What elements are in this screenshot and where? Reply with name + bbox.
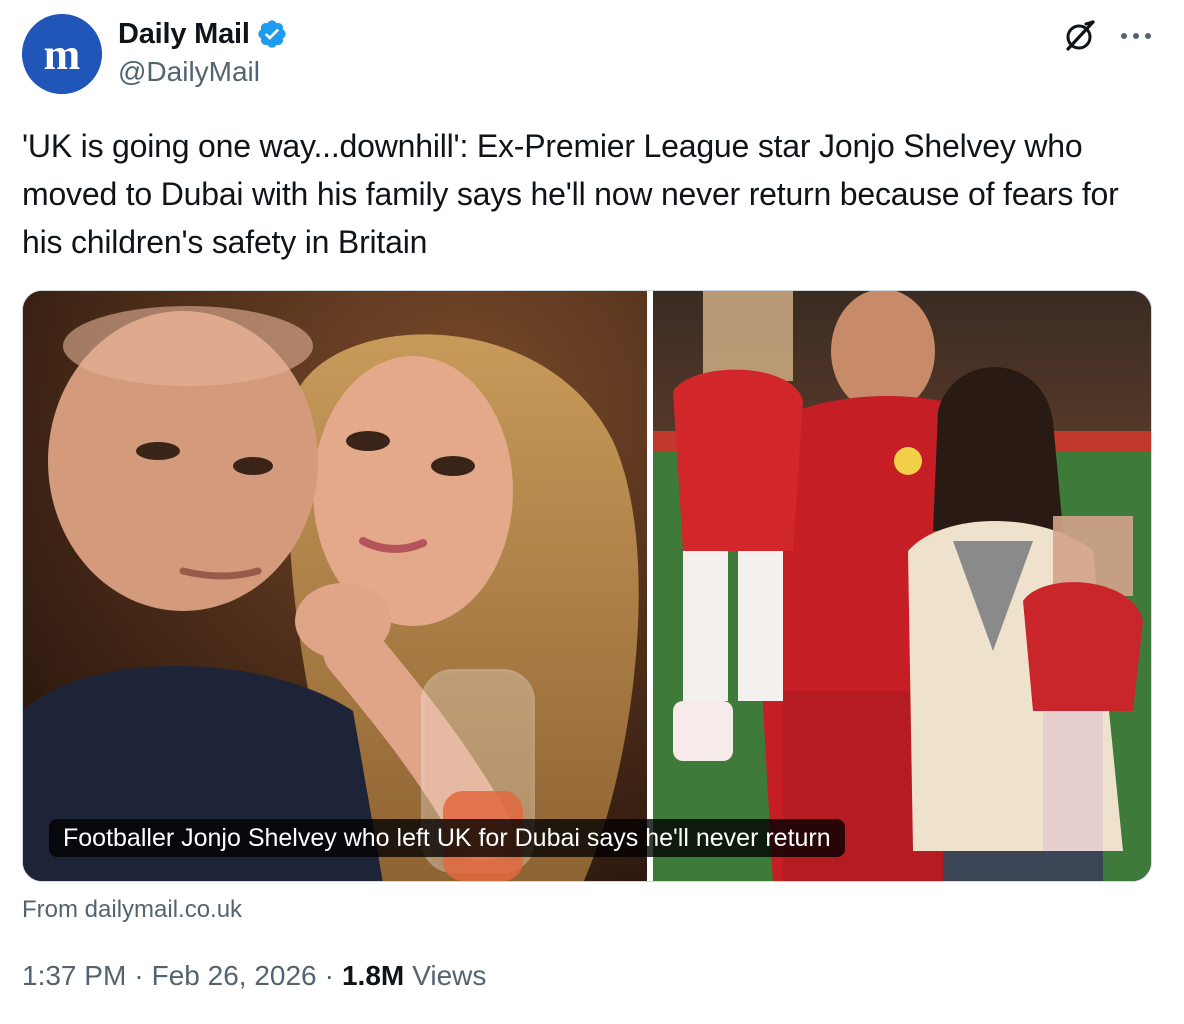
- more-icon: [1121, 33, 1151, 39]
- link-source[interactable]: From dailymail.co.uk: [22, 896, 242, 924]
- author-name-row: Daily Mail: [118, 16, 288, 52]
- tweet-time[interactable]: 1:37 PM: [22, 960, 126, 992]
- media-card[interactable]: Footballer Jonjo Shelvey who left UK for…: [22, 290, 1152, 882]
- meta-separator: ·: [134, 960, 144, 991]
- svg-text:m: m: [44, 30, 81, 79]
- family-on-pitch-illustration: [653, 291, 1151, 881]
- couple-selfie-photo[interactable]: [23, 291, 647, 881]
- grok-icon: [1066, 20, 1095, 51]
- meta-separator: ·: [324, 960, 334, 991]
- family-on-pitch-photo[interactable]: [653, 291, 1151, 881]
- verified-badge-icon: [258, 20, 286, 48]
- views-label[interactable]: Views: [412, 960, 486, 992]
- couple-selfie-illustration: [23, 291, 647, 881]
- avatar[interactable]: m: [22, 14, 102, 94]
- tweet-meta: 1:37 PM · Feb 26, 2026 · 1.8M Views: [22, 960, 486, 992]
- daily-mail-logo-icon: m: [22, 14, 102, 94]
- views-count[interactable]: 1.8M: [342, 960, 404, 992]
- tweet: m Daily Mail @DailyMail 'UK is going one…: [0, 0, 1184, 1024]
- author-display-name[interactable]: Daily Mail: [118, 18, 250, 51]
- more-options-button[interactable]: [1112, 16, 1160, 56]
- author-handle[interactable]: @DailyMail: [118, 56, 260, 88]
- tweet-text: 'UK is going one way...downhill': Ex-Pre…: [22, 128, 1119, 260]
- grok-button[interactable]: [1060, 16, 1100, 56]
- tweet-date[interactable]: Feb 26, 2026: [152, 960, 317, 992]
- media-caption: Footballer Jonjo Shelvey who left UK for…: [49, 819, 845, 857]
